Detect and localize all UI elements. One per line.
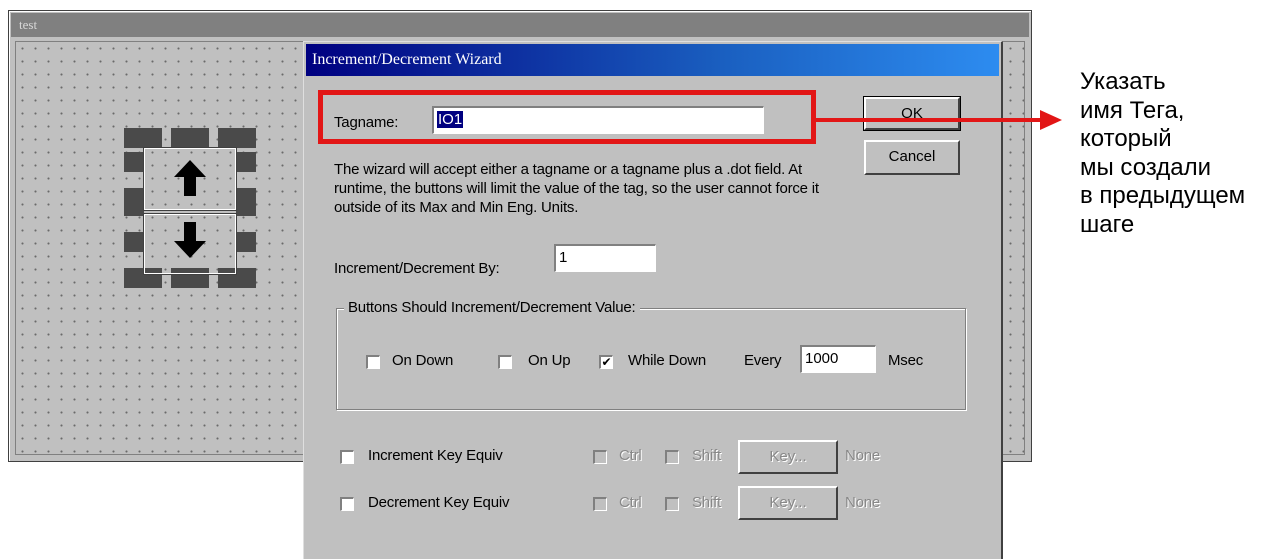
while-down-checkbox[interactable]: ✔ [599,355,613,369]
description-text: The wizard will accept either a tagname … [334,161,819,216]
group-title: Buttons Should Increment/Decrement Value… [344,299,640,316]
increment-ctrl-checkbox[interactable] [593,450,607,464]
dialog-title: Increment/Decrement Wizard [306,44,999,76]
while-down-label: While Down [628,352,707,369]
decrement-key-value: None [845,494,881,511]
decrement-key-button[interactable]: Key... [738,486,838,520]
increment-key-checkbox[interactable] [340,450,354,464]
increment-shift-label: Shift [692,447,722,464]
decrement-shift-label: Shift [692,494,722,511]
arrow-down-icon [174,222,206,258]
editor-window-title: test [11,13,1029,37]
increment-key-label: Increment Key Equiv [368,447,503,464]
annotation-text: Указать имя Тега, который мы создали в п… [1080,68,1246,238]
increment-by-label: Increment/Decrement By: [334,260,500,277]
decrement-shift-checkbox[interactable] [665,497,679,511]
every-label: Every [744,352,782,369]
every-input[interactable]: 1000 [800,345,876,373]
cancel-button[interactable]: Cancel [864,140,960,175]
callout-arrow-icon [814,110,1062,130]
decrement-key-label: Decrement Key Equiv [368,494,510,511]
decrement-ctrl-label: Ctrl [619,494,642,511]
on-down-checkbox[interactable] [366,355,380,369]
decrement-key-checkbox[interactable] [340,497,354,511]
on-up-label: On Up [528,352,571,369]
increment-ctrl-label: Ctrl [619,447,642,464]
arrow-up-icon [174,160,206,196]
on-down-label: On Down [392,352,454,369]
tagname-highlight-box [318,90,816,144]
increment-key-value: None [845,447,881,464]
increment-decrement-widget[interactable] [124,128,256,294]
msec-label: Msec [888,352,924,369]
increment-by-input[interactable]: 1 [554,244,656,272]
decrement-ctrl-checkbox[interactable] [593,497,607,511]
on-up-checkbox[interactable] [498,355,512,369]
increment-shift-checkbox[interactable] [665,450,679,464]
increment-key-button[interactable]: Key... [738,440,838,474]
